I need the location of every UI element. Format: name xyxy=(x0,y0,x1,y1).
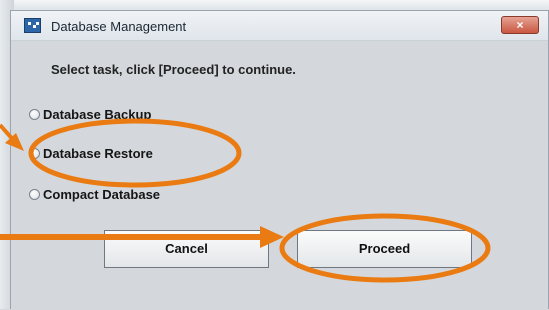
proceed-highlight-ellipse xyxy=(279,213,491,283)
annotation-overlay xyxy=(0,118,491,283)
restore-highlight-ellipse xyxy=(28,118,242,188)
